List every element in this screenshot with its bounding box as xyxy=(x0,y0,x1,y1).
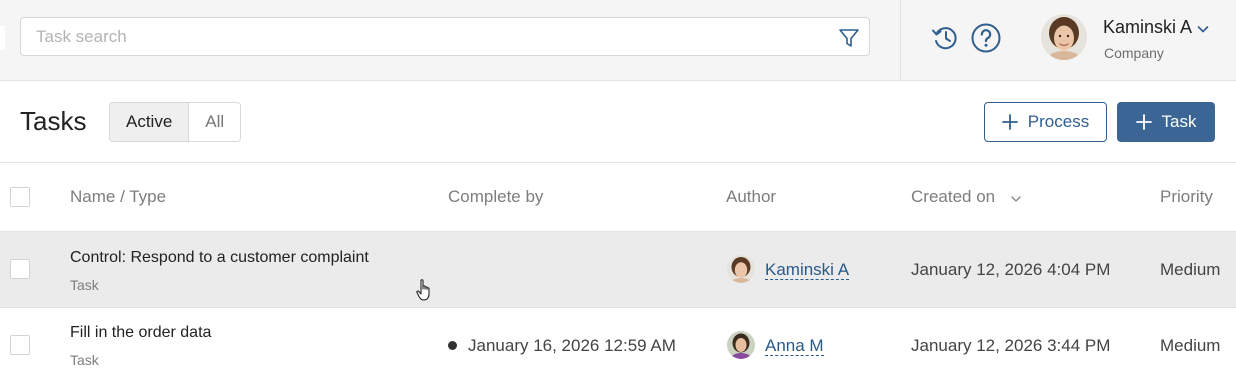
search-input[interactable] xyxy=(21,18,821,55)
hand-cursor-icon xyxy=(416,279,430,301)
top-bar: Kaminski A Company xyxy=(0,0,1236,81)
task-filter-tabs: Active All xyxy=(109,102,242,142)
add-process-button[interactable]: Process xyxy=(984,102,1107,142)
divider xyxy=(0,162,1236,163)
user-name[interactable]: Kaminski A xyxy=(1103,17,1192,38)
add-task-label: Task xyxy=(1161,112,1197,131)
search-box[interactable] xyxy=(20,17,870,56)
row-checkbox[interactable] xyxy=(10,259,30,279)
topbar-divider xyxy=(900,0,901,81)
filter-icon[interactable] xyxy=(838,27,860,49)
column-header-author[interactable]: Author xyxy=(726,187,776,207)
chevron-down-icon[interactable] xyxy=(1196,22,1210,36)
author-link[interactable]: Anna M xyxy=(765,337,824,356)
history-icon[interactable] xyxy=(930,23,960,53)
task-type: Task xyxy=(70,277,99,293)
page-title: Tasks xyxy=(20,106,87,136)
complete-by: January 16, 2026 12:59 AM xyxy=(468,336,676,355)
column-header-complete-by[interactable]: Complete by xyxy=(448,187,543,207)
created-on: January 12, 2026 4:04 PM xyxy=(911,260,1111,279)
select-all-checkbox[interactable] xyxy=(10,187,30,207)
plus-icon xyxy=(1001,114,1018,130)
author-avatar xyxy=(727,331,755,359)
add-process-label: Process xyxy=(1027,112,1090,131)
task-name[interactable]: Fill in the order data xyxy=(70,324,211,342)
column-header-created-on[interactable]: Created on xyxy=(911,187,995,207)
row-checkbox[interactable] xyxy=(10,335,30,355)
add-task-button[interactable]: Task xyxy=(1117,102,1215,142)
user-company: Company xyxy=(1104,45,1164,61)
created-on: January 12, 2026 3:44 PM xyxy=(911,336,1111,355)
due-status-dot xyxy=(448,341,457,350)
column-header-name[interactable]: Name / Type xyxy=(70,187,166,207)
sidebar-edge xyxy=(0,26,5,50)
sort-chevron-down-icon[interactable] xyxy=(1010,193,1022,205)
table-row[interactable]: Fill in the order data Task January 16, … xyxy=(0,308,1236,378)
plus-icon xyxy=(1135,114,1152,130)
tab-all[interactable]: All xyxy=(189,103,241,141)
column-header-priority[interactable]: Priority xyxy=(1160,187,1213,207)
author-avatar xyxy=(727,255,755,283)
user-avatar[interactable] xyxy=(1041,14,1087,60)
help-icon[interactable] xyxy=(970,22,1002,54)
priority: Medium xyxy=(1160,336,1221,355)
author-link[interactable]: Kaminski A xyxy=(765,261,850,280)
task-name[interactable]: Control: Respond to a customer complaint xyxy=(70,249,369,267)
tab-active[interactable]: Active xyxy=(110,103,190,141)
table-row[interactable]: Control: Respond to a customer complaint… xyxy=(0,232,1236,308)
priority: Medium xyxy=(1160,260,1221,279)
task-type: Task xyxy=(70,352,99,368)
